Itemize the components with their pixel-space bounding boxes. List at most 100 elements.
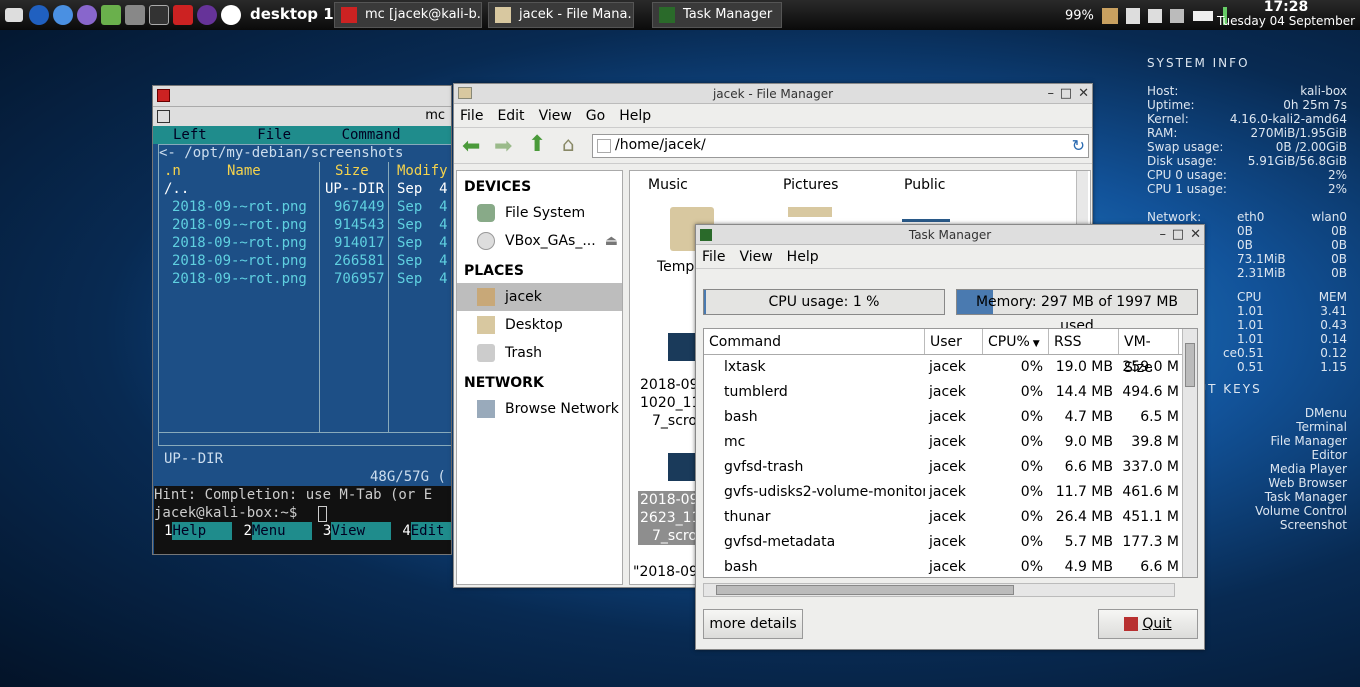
menu-icon[interactable] (5, 8, 23, 22)
image-thumb[interactable] (668, 453, 698, 481)
mc-file-name[interactable]: 2018-09-~rot.png (172, 252, 307, 270)
fkey-help[interactable]: 1Help (153, 522, 233, 540)
fkey-label: Menu (251, 522, 312, 540)
menu-view[interactable]: View (539, 108, 572, 124)
close-icon[interactable]: ✕ (1190, 227, 1201, 243)
menu-view[interactable]: View (739, 249, 772, 265)
process-row[interactable]: tumblerd jacek 0% 14.4 MB 494.6 M (704, 380, 1197, 405)
maximize-icon[interactable]: □ (1172, 227, 1184, 243)
fkey-edit[interactable]: 4Edit (391, 522, 451, 540)
process-hscrollbar[interactable] (703, 583, 1175, 597)
volume-icon[interactable] (1170, 9, 1185, 23)
app-a-icon[interactable] (221, 5, 241, 25)
quit-button[interactable]: Quit (1098, 609, 1198, 639)
clipboard-icon[interactable] (1126, 8, 1141, 24)
mc-path: <- /opt/my-debian/screenshots (159, 145, 404, 161)
task-mc[interactable]: mc [jacek@kali-b... (334, 2, 482, 28)
forward-icon[interactable]: ➡ (494, 134, 512, 159)
back-icon[interactable]: ⬅ (462, 134, 480, 159)
menu-go[interactable]: Go (586, 108, 605, 124)
item-screenshot-2-selected[interactable]: 2018-09 2623_11 7_scro (638, 491, 698, 545)
folder-label-public[interactable]: Public (904, 177, 945, 193)
close-icon[interactable] (157, 89, 170, 102)
maximize-icon[interactable]: □ (1060, 86, 1072, 102)
process-row[interactable]: thunar jacek 0% 26.4 MB 451.1 M (704, 505, 1197, 530)
folder-label-pictures[interactable]: Pictures (783, 177, 838, 193)
proc-cpu: 0.51 (1237, 360, 1264, 374)
net-eth0: 0B (1237, 238, 1253, 252)
column-header-user[interactable]: User (925, 329, 983, 354)
column-header-rss[interactable]: RSS (1049, 329, 1119, 354)
menu-help[interactable]: Help (787, 249, 819, 265)
minimize-icon[interactable]: – (1048, 86, 1055, 102)
sidebar-item-vbox[interactable]: VBox_GAs_... ⏏ (457, 227, 622, 255)
home-icon (477, 288, 495, 306)
eject-icon[interactable]: ⏏ (605, 227, 618, 255)
more-details-button[interactable]: more details (703, 609, 803, 639)
menu-file[interactable]: File (460, 108, 483, 124)
browser-icon[interactable] (29, 5, 49, 25)
minimize-icon[interactable]: – (1160, 227, 1167, 243)
fkey-menu[interactable]: 2Menu (232, 522, 312, 540)
reload-icon[interactable]: ↻ (1072, 136, 1085, 155)
folder-label-music[interactable]: Music (648, 177, 688, 193)
process-row[interactable]: lxtask jacek 0% 19.0 MB 259.0 M (704, 355, 1197, 380)
mc-file-date: Sep 4 (397, 235, 448, 251)
item-screenshot-1[interactable]: 2018-09 1020_11 7_scro (640, 376, 700, 430)
task-task-manager[interactable]: Task Manager (652, 2, 782, 28)
pen-icon[interactable] (1148, 9, 1163, 23)
process-rss: 4.7 MB (1064, 409, 1113, 425)
column-header-vmsize[interactable]: VM-Size (1119, 329, 1179, 376)
task-file-manager[interactable]: jacek - File Mana... (488, 2, 634, 28)
home-icon[interactable]: ⌂ (562, 132, 575, 156)
terminal-icon[interactable] (149, 5, 169, 25)
process-vscrollbar[interactable] (1182, 329, 1197, 577)
mc-file-name[interactable]: 2018-09-~rot.png (172, 270, 307, 288)
location-bar[interactable]: /home/jacek/ ↻ (592, 134, 1089, 158)
image-thumb[interactable] (902, 219, 950, 222)
keyboard-icon[interactable] (1192, 11, 1213, 21)
column-header-command[interactable]: Command (704, 329, 925, 354)
sidebar-item-trash[interactable]: Trash (457, 339, 622, 367)
sidebar-item-jacek[interactable]: jacek (457, 283, 622, 311)
battery-icon[interactable] (1102, 8, 1119, 24)
mc-file-name[interactable]: 2018-09-~rot.png (172, 216, 307, 234)
process-row[interactable]: gvfsd-metadata jacek 0% 5.7 MB 177.3 M (704, 530, 1197, 555)
menu-file[interactable]: File (702, 249, 725, 265)
grid-icon[interactable] (157, 110, 170, 123)
scroll-thumb[interactable] (1185, 343, 1195, 387)
process-row[interactable]: bash jacek 0% 4.9 MB 6.6 M (704, 555, 1197, 577)
close-icon[interactable]: ✕ (1078, 86, 1089, 102)
mc-parent-name[interactable]: /.. (164, 180, 189, 198)
media-icon[interactable] (77, 5, 97, 25)
process-row[interactable]: gvfsd-trash jacek 0% 6.6 MB 337.0 M (704, 455, 1197, 480)
monitor-icon[interactable] (125, 5, 145, 25)
process-rss: 5.7 MB (1064, 534, 1113, 550)
terminal-cursor[interactable] (318, 506, 327, 522)
desktop-label[interactable]: desktop 1 (250, 5, 334, 23)
column-header-cpu[interactable]: CPU% ▼ (983, 329, 1049, 354)
process-row[interactable]: bash jacek 0% 4.7 MB 6.5 M (704, 405, 1197, 430)
player-icon[interactable] (197, 5, 217, 25)
menu-edit[interactable]: Edit (497, 108, 524, 124)
clock[interactable]: 17:28 Tuesday 04 September (1212, 0, 1360, 28)
sidebar-item-file-system[interactable]: File System (457, 199, 622, 227)
mc-menubar[interactable]: Left File Command O (153, 126, 451, 144)
sidebar-item-desktop[interactable]: Desktop (457, 311, 622, 339)
fkey-view[interactable]: 3View (312, 522, 392, 540)
folder-icon[interactable] (788, 207, 832, 217)
image-thumb[interactable] (668, 333, 698, 361)
proc-cpu: 1.01 (1237, 304, 1264, 318)
sidebar-item-browse-network[interactable]: Browse Network (457, 395, 622, 423)
item-label[interactable]: Temp (657, 259, 694, 275)
up-icon[interactable]: ⬆ (528, 132, 546, 157)
process-row[interactable]: gvfs-udisks2-volume-monitor jacek 0% 11.7 M… (704, 480, 1197, 505)
scroll-thumb[interactable] (716, 585, 1014, 595)
process-row[interactable]: mc jacek 0% 9.0 MB 39.8 M (704, 430, 1197, 455)
editor-icon[interactable] (101, 5, 121, 25)
mc-file-name[interactable]: 2018-09-~rot.png (172, 234, 307, 252)
mc-file-name[interactable]: 2018-09-~rot.png (172, 198, 307, 216)
chrome-icon[interactable] (53, 5, 73, 25)
grid-app-icon[interactable] (173, 5, 193, 25)
menu-help[interactable]: Help (619, 108, 651, 124)
